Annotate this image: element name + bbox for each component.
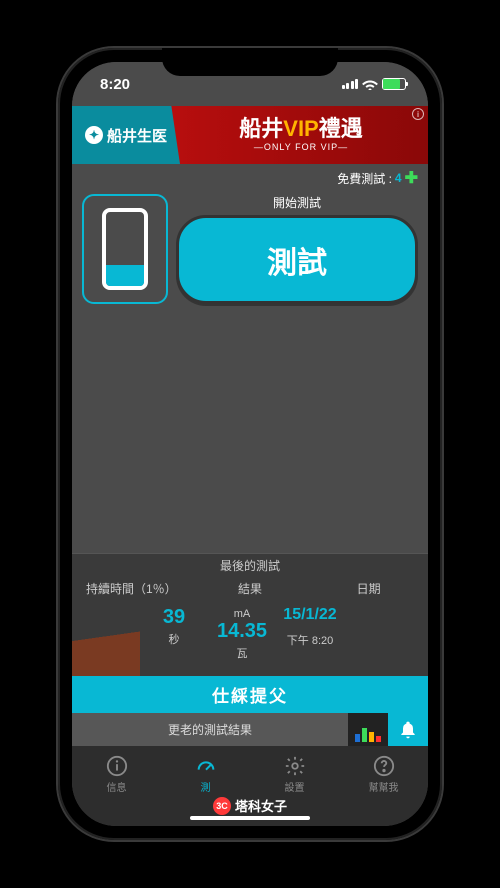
col-duration-header: 持續時間（1％） bbox=[72, 577, 191, 600]
ad-text: 船井VIP禮遇 —ONLY FOR VIP— bbox=[180, 118, 428, 152]
help-icon bbox=[372, 755, 396, 777]
plus-icon[interactable]: ✚ bbox=[405, 168, 418, 188]
battery-indicator bbox=[82, 194, 168, 304]
battery-icon bbox=[382, 78, 406, 90]
duration-cell: 39 秒 bbox=[140, 600, 208, 676]
ad-info-icon[interactable]: i bbox=[412, 108, 424, 120]
screen: 8:20 ✦ 船井生医 船井VIP禮遇 —ONLY FOR VIP— bbox=[72, 62, 428, 826]
gear-icon bbox=[283, 755, 307, 777]
tab-bar: 信息 測 設置 幫幫我 bbox=[72, 746, 428, 802]
tab-test[interactable]: 測 bbox=[161, 746, 250, 802]
col-result-header: 結果 bbox=[191, 577, 310, 600]
ad-brand-icon: ✦ bbox=[85, 126, 103, 144]
watermark: 3C 塔科女子 bbox=[213, 796, 287, 815]
notch bbox=[162, 48, 338, 76]
col-date-header: 日期 bbox=[309, 577, 428, 600]
results-title: 最後的測試 bbox=[72, 554, 428, 577]
watermark-icon: 3C bbox=[213, 797, 231, 815]
ad-brand: ✦ 船井生医 bbox=[72, 106, 180, 164]
status-time: 8:20 bbox=[100, 76, 130, 93]
info-icon bbox=[105, 755, 129, 777]
tab-settings[interactable]: 設置 bbox=[250, 746, 339, 802]
tab-info[interactable]: 信息 bbox=[72, 746, 161, 802]
chart-icon[interactable] bbox=[348, 713, 388, 746]
phone-frame: 8:20 ✦ 船井生医 船井VIP禮遇 —ONLY FOR VIP— bbox=[58, 48, 442, 840]
wifi-icon bbox=[362, 78, 378, 90]
gauge-icon bbox=[194, 755, 218, 777]
date-cell: 15/1/22 下午 8:20 bbox=[276, 600, 344, 676]
home-indicator[interactable] bbox=[190, 816, 310, 820]
bell-button[interactable] bbox=[388, 713, 428, 746]
result-cell: mA 14.35 瓦 bbox=[208, 600, 276, 676]
status-right bbox=[342, 78, 407, 90]
bell-icon bbox=[398, 720, 418, 740]
results-panel: 最後的測試 持續時間（1％） 結果 日期 39 秒 mA 14.35 瓦 bbox=[72, 553, 428, 746]
submit-button[interactable]: 仕綵提父 bbox=[72, 676, 428, 713]
start-test-label: 開始測試 bbox=[176, 194, 418, 211]
test-button[interactable]: 測試 bbox=[176, 215, 418, 304]
older-results-button[interactable]: 更老的測試結果 bbox=[72, 713, 348, 746]
signal-icon bbox=[342, 79, 359, 89]
tab-help[interactable]: 幫幫我 bbox=[339, 746, 428, 802]
home-indicator-area: 3C 塔科女子 bbox=[72, 802, 428, 826]
free-test-counter: 免費測試 : 4 ✚ bbox=[72, 164, 428, 190]
ad-banner[interactable]: ✦ 船井生医 船井VIP禮遇 —ONLY FOR VIP— i bbox=[72, 106, 428, 164]
